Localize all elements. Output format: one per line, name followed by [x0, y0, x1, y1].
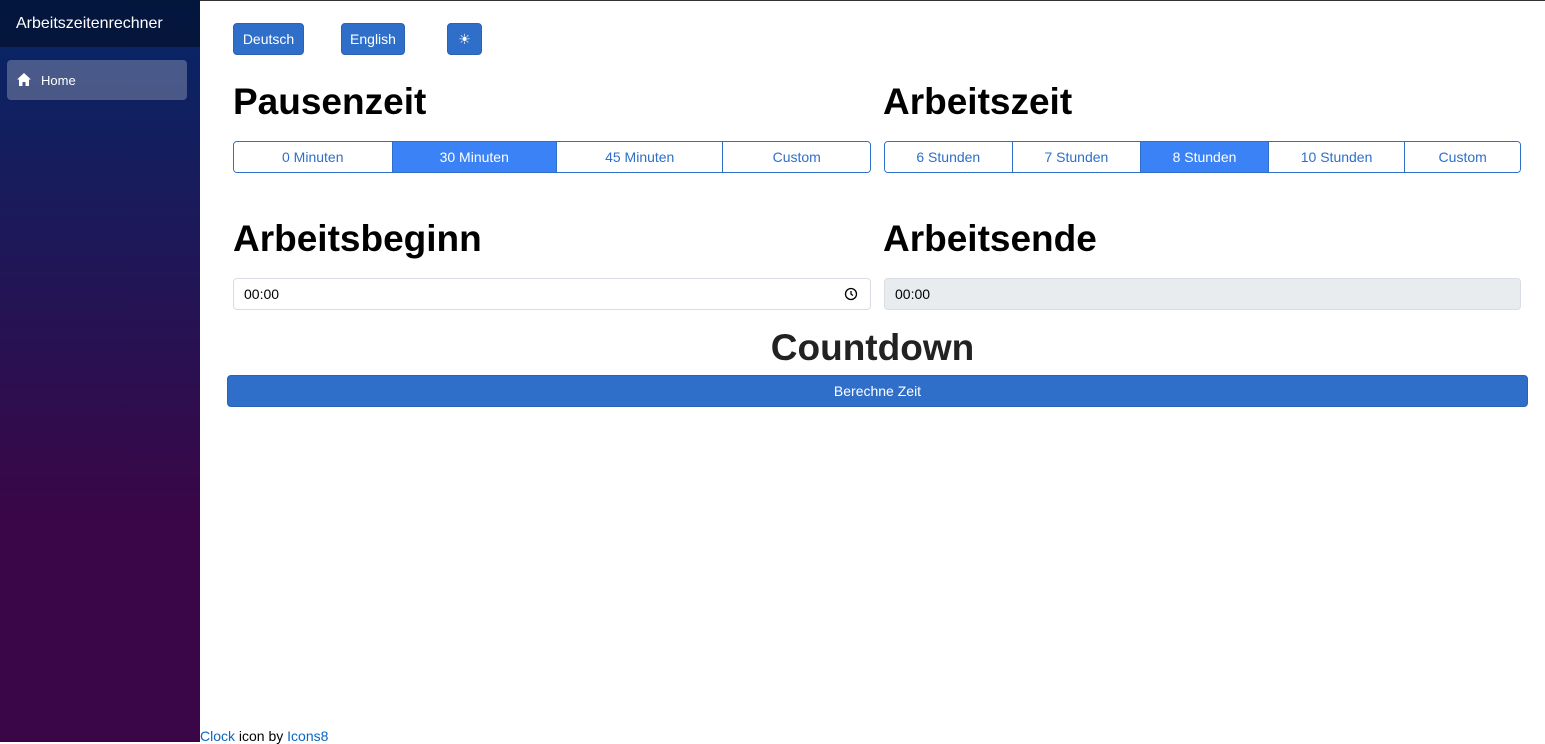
sun-icon: ☀: [458, 30, 471, 47]
sidebar: Arbeitszeitenrechner Home: [0, 0, 200, 742]
end-time-value: 00:00: [895, 286, 931, 302]
lang-deutsch-button[interactable]: Deutsch: [233, 23, 304, 55]
work-option-8[interactable]: 8 Stunden: [1141, 142, 1269, 172]
clock-icon[interactable]: [844, 287, 858, 301]
work-option-7[interactable]: 7 Stunden: [1012, 142, 1142, 172]
calculate-button[interactable]: Berechne Zeit: [227, 375, 1528, 407]
pause-option-custom[interactable]: Custom: [723, 142, 870, 172]
main-content: Deutsch English ☀ Pausenzeit 0 Minuten 3…: [200, 0, 1545, 744]
work-option-10[interactable]: 10 Stunden: [1268, 142, 1406, 172]
pause-option-0[interactable]: 0 Minuten: [234, 142, 393, 172]
countdown-title: Countdown: [770, 327, 975, 368]
theme-toggle-button[interactable]: ☀: [447, 23, 482, 55]
start-title: Arbeitsbeginn: [233, 218, 482, 259]
pause-title: Pausenzeit: [233, 81, 427, 122]
start-time-input[interactable]: 00:00: [233, 278, 871, 310]
end-time-output: 00:00: [884, 278, 1521, 310]
work-title: Arbeitszeit: [883, 81, 1073, 122]
pause-option-30[interactable]: 30 Minuten: [392, 142, 557, 172]
sidebar-item-label: Home: [41, 72, 76, 88]
lang-english-button[interactable]: English: [341, 23, 405, 55]
app-brand[interactable]: Arbeitszeitenrechner: [0, 0, 200, 47]
work-option-6[interactable]: 6 Stunden: [885, 142, 1013, 172]
sidebar-item-home[interactable]: Home: [7, 60, 187, 100]
work-options: 6 Stunden 7 Stunden 8 Stunden 10 Stunden…: [884, 141, 1521, 173]
home-icon: [16, 72, 32, 88]
pause-options: 0 Minuten 30 Minuten 45 Minuten Custom: [233, 141, 871, 173]
pause-option-45[interactable]: 45 Minuten: [556, 142, 724, 172]
end-title: Arbeitsende: [883, 218, 1097, 259]
work-option-custom[interactable]: Custom: [1405, 142, 1520, 172]
start-time-value: 00:00: [244, 286, 280, 302]
